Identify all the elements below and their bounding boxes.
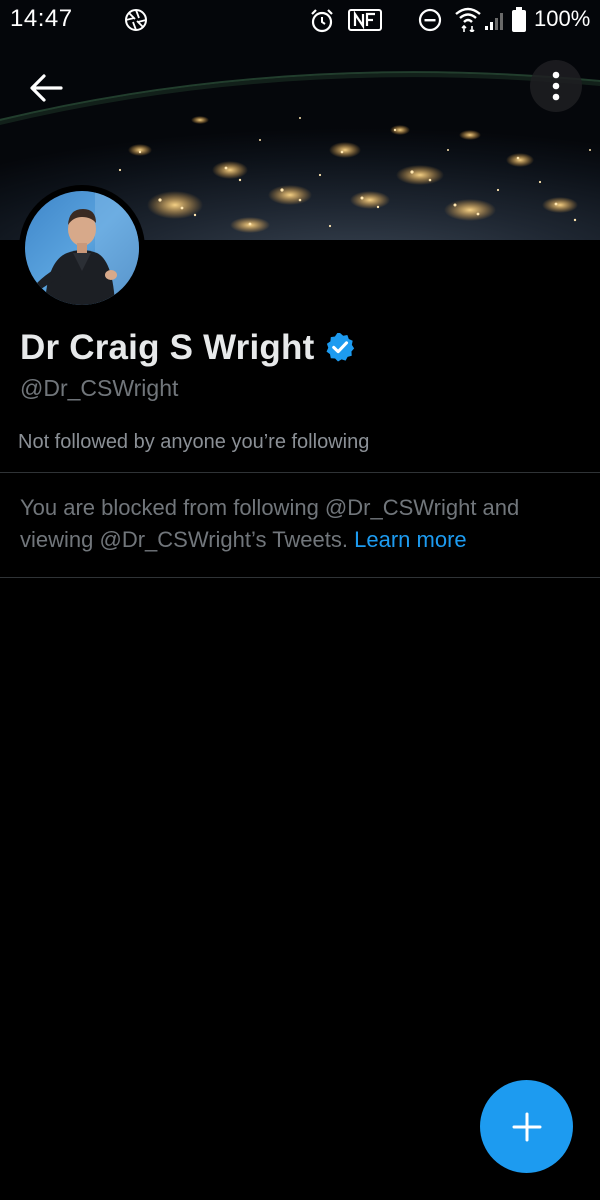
cell-signal-icon [483, 8, 507, 37]
battery-icon [511, 6, 527, 39]
avatar[interactable] [19, 185, 145, 311]
camera-aperture-icon [124, 8, 148, 37]
battery-percentage: 100% [534, 6, 591, 31]
learn-more-link[interactable]: Learn more [354, 527, 467, 552]
followed-by-text: Not followed by anyone you’re following [18, 431, 370, 453]
plus-icon [512, 1112, 541, 1141]
profile-handle: @Dr_CSWright [20, 375, 179, 401]
name-row: Dr Craig S Wright [20, 328, 356, 368]
arrow-left-icon [30, 74, 63, 102]
divider [0, 472, 600, 473]
compose-tweet-button[interactable] [480, 1080, 573, 1173]
profile-photo [25, 191, 139, 305]
profile-screen: 14:47 100% Dr Craig S Wright @Dr_CSWrigh… [0, 0, 600, 1200]
alarm-icon [309, 8, 335, 39]
do-not-disturb-icon [418, 8, 442, 37]
verified-badge-icon[interactable] [324, 331, 356, 368]
vertical-dots-icon [552, 71, 560, 101]
display-name: Dr Craig S Wright [20, 328, 315, 367]
divider [0, 577, 600, 578]
status-bar: 14:47 100% [0, 0, 600, 40]
blocked-notice: You are blocked from following @Dr_CSWri… [20, 492, 580, 556]
more-options-button[interactable] [530, 60, 582, 112]
nfc-icon [347, 8, 383, 37]
back-button[interactable] [22, 64, 70, 112]
status-time: 14:47 [10, 5, 73, 32]
wifi-icon [454, 6, 482, 37]
